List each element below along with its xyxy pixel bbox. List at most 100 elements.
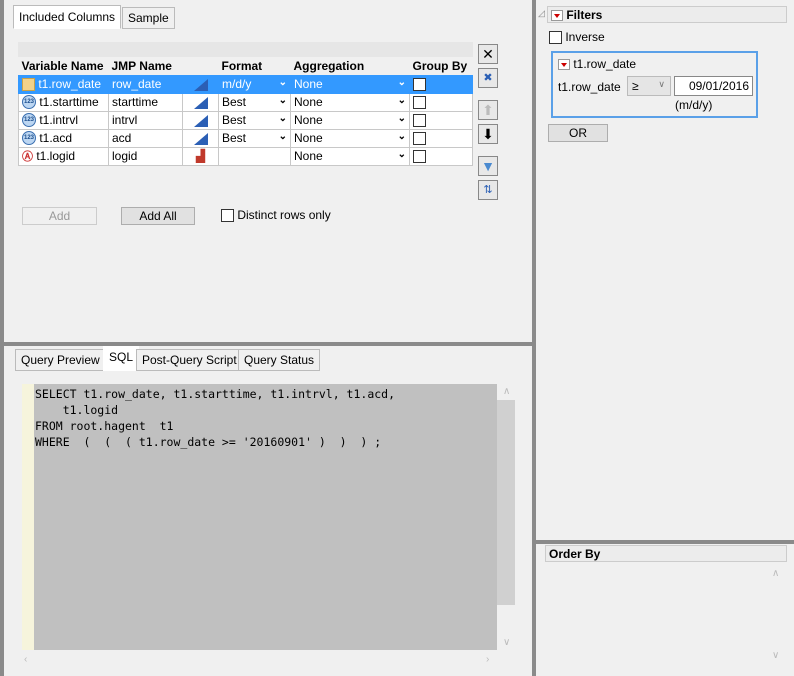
sql-vscrollbar[interactable] xyxy=(497,400,515,605)
table-row[interactable]: Ⓐ t1.logid logid ▟ None ⌄ xyxy=(18,146,473,166)
nominal-icon[interactable]: ▟ xyxy=(196,149,205,163)
col-aggregation[interactable]: Aggregation xyxy=(290,57,410,75)
jmp-name-cell[interactable]: intrvl xyxy=(108,110,183,130)
or-button[interactable]: OR xyxy=(548,124,608,142)
tab-included-columns[interactable]: Included Columns xyxy=(13,5,122,29)
aggregation-select[interactable]: None ⌄ xyxy=(290,110,410,130)
operator-select[interactable]: ≥ ∨ xyxy=(627,76,671,96)
col-variable-name[interactable]: Variable Name xyxy=(18,57,109,75)
continuous-icon[interactable] xyxy=(193,114,208,127)
tab-query-status[interactable]: Query Status xyxy=(238,349,321,371)
remove-all-icon[interactable]: ✖ xyxy=(478,68,498,88)
jmp-name-cell[interactable]: row_date xyxy=(108,74,183,94)
variable-name-cell: t1.row_date xyxy=(18,74,109,94)
col-group-by[interactable]: Group By xyxy=(409,57,473,75)
collapse-icon[interactable]: ◿ xyxy=(538,8,545,19)
filters-header: Filters xyxy=(547,6,787,23)
numeric-icon: 123 xyxy=(22,113,36,128)
numeric-icon: 123 xyxy=(22,131,36,146)
chevron-down-icon: ⌄ xyxy=(278,131,287,142)
tab-sample[interactable]: Sample xyxy=(122,7,175,29)
orderby-scroll-up-icon[interactable]: ∧ xyxy=(772,568,779,579)
table-row[interactable]: 123 t1.acd acd Best ⌄ None ⌄ xyxy=(18,128,473,148)
scroll-up-icon[interactable]: ∧ xyxy=(503,386,510,397)
add-all-button[interactable]: Add All xyxy=(121,207,195,225)
move-up-icon[interactable]: ⬆ xyxy=(478,100,498,120)
scroll-down-icon[interactable]: ∨ xyxy=(503,637,510,648)
aggregation-select[interactable]: None ⌄ xyxy=(290,146,410,166)
inverse-label: Inverse xyxy=(565,30,605,44)
format-select[interactable]: Best ⌄ xyxy=(218,92,291,112)
table-row[interactable]: t1.row_date row_date m/d/y ⌄ None ⌄ xyxy=(18,74,473,94)
chevron-down-icon: ⌄ xyxy=(397,149,406,160)
filter-menu-icon[interactable] xyxy=(558,59,570,71)
chevron-down-icon: ⌄ xyxy=(397,113,406,124)
aggregation-select[interactable]: None ⌄ xyxy=(290,92,410,112)
move-down-icon[interactable]: ⬇ xyxy=(478,124,498,144)
date-icon xyxy=(22,78,35,92)
group-by-checkbox[interactable] xyxy=(409,146,473,166)
modeling-type-cell[interactable] xyxy=(182,110,219,130)
modeling-type-cell[interactable]: ▟ xyxy=(182,146,219,166)
format-select[interactable]: m/d/y ⌄ xyxy=(218,74,291,94)
variable-name-cell: 123 t1.starttime xyxy=(18,92,109,112)
filters-menu-icon[interactable] xyxy=(551,10,563,22)
chevron-down-icon: ⌄ xyxy=(278,113,287,124)
right-splitter[interactable] xyxy=(536,540,794,544)
tab-query-preview[interactable]: Query Preview xyxy=(15,349,106,371)
filter-icon[interactable]: ▼ xyxy=(478,156,498,176)
col-format[interactable]: Format xyxy=(218,57,291,75)
format-select[interactable]: Best ⌄ xyxy=(218,128,291,148)
modeling-type-cell[interactable] xyxy=(182,74,219,94)
jmp-name-cell[interactable]: acd xyxy=(108,128,183,148)
distinct-rows-checkbox[interactable]: Distinct rows only xyxy=(221,208,331,223)
col-jmp-name[interactable]: JMP Name xyxy=(108,57,183,75)
chevron-down-icon: ⌄ xyxy=(397,77,406,88)
order-by-header: Order By xyxy=(545,545,787,562)
group-by-checkbox[interactable] xyxy=(409,110,473,130)
chevron-down-icon: ⌄ xyxy=(397,131,406,142)
jmp-name-cell[interactable]: starttime xyxy=(108,92,183,112)
table-row[interactable]: 123 t1.intrvl intrvl Best ⌄ None ⌄ xyxy=(18,110,473,130)
col-modeling xyxy=(182,57,219,75)
chevron-down-icon: ⌄ xyxy=(397,95,406,106)
character-icon: Ⓐ xyxy=(22,151,33,163)
format-hint: (m/d/y) xyxy=(675,98,713,112)
sort-icon[interactable]: ⇅ xyxy=(478,180,498,200)
continuous-icon[interactable] xyxy=(193,132,208,145)
distinct-rows-label: Distinct rows only xyxy=(237,208,331,222)
group-by-checkbox[interactable] xyxy=(409,128,473,148)
jmp-name-cell[interactable]: logid xyxy=(108,146,183,166)
modeling-type-cell[interactable] xyxy=(182,92,219,112)
aggregation-select[interactable]: None ⌄ xyxy=(290,74,410,94)
add-button[interactable]: Add xyxy=(22,207,97,225)
scroll-right-icon[interactable]: › xyxy=(486,654,489,665)
table-row[interactable]: 123 t1.starttime starttime Best ⌄ None ⌄ xyxy=(18,92,473,112)
format-select[interactable]: Best ⌄ xyxy=(218,110,291,130)
chevron-down-icon: ⌄ xyxy=(278,95,287,106)
orderby-scroll-down-icon[interactable]: ∨ xyxy=(772,650,779,661)
continuous-icon[interactable] xyxy=(193,96,208,109)
format-select[interactable] xyxy=(218,146,291,166)
inverse-checkbox[interactable]: Inverse xyxy=(549,30,605,45)
filter-title: t1.row_date xyxy=(573,57,637,71)
filters-title: Filters xyxy=(566,8,603,22)
tab-post-query-script[interactable]: Post-Query Script xyxy=(136,349,243,371)
scroll-left-icon[interactable]: ‹ xyxy=(24,654,27,665)
horizontal-splitter[interactable] xyxy=(0,342,532,346)
group-by-checkbox[interactable] xyxy=(409,74,473,94)
tab-sql[interactable]: SQL xyxy=(103,346,140,371)
aggregation-select[interactable]: None ⌄ xyxy=(290,128,410,148)
table-header-bg xyxy=(18,42,473,57)
columns-table: Variable Name JMP Name Format Aggregatio… xyxy=(18,57,473,166)
filter-box: t1.row_date t1.row_date ≥ ∨ 09/01/2016 (m… xyxy=(551,51,758,118)
group-by-checkbox[interactable] xyxy=(409,92,473,112)
modeling-type-cell[interactable] xyxy=(182,128,219,148)
variable-name-cell: 123 t1.acd xyxy=(18,128,109,148)
date-value-input[interactable]: 09/01/2016 xyxy=(674,76,753,96)
sql-editor[interactable]: SELECT t1.row_date, t1.starttime, t1.int… xyxy=(34,384,497,650)
remove-icon[interactable]: ✕ xyxy=(478,44,498,64)
vertical-splitter[interactable] xyxy=(532,0,536,676)
variable-name-cell: Ⓐ t1.logid xyxy=(18,146,109,166)
continuous-icon[interactable] xyxy=(193,78,208,91)
